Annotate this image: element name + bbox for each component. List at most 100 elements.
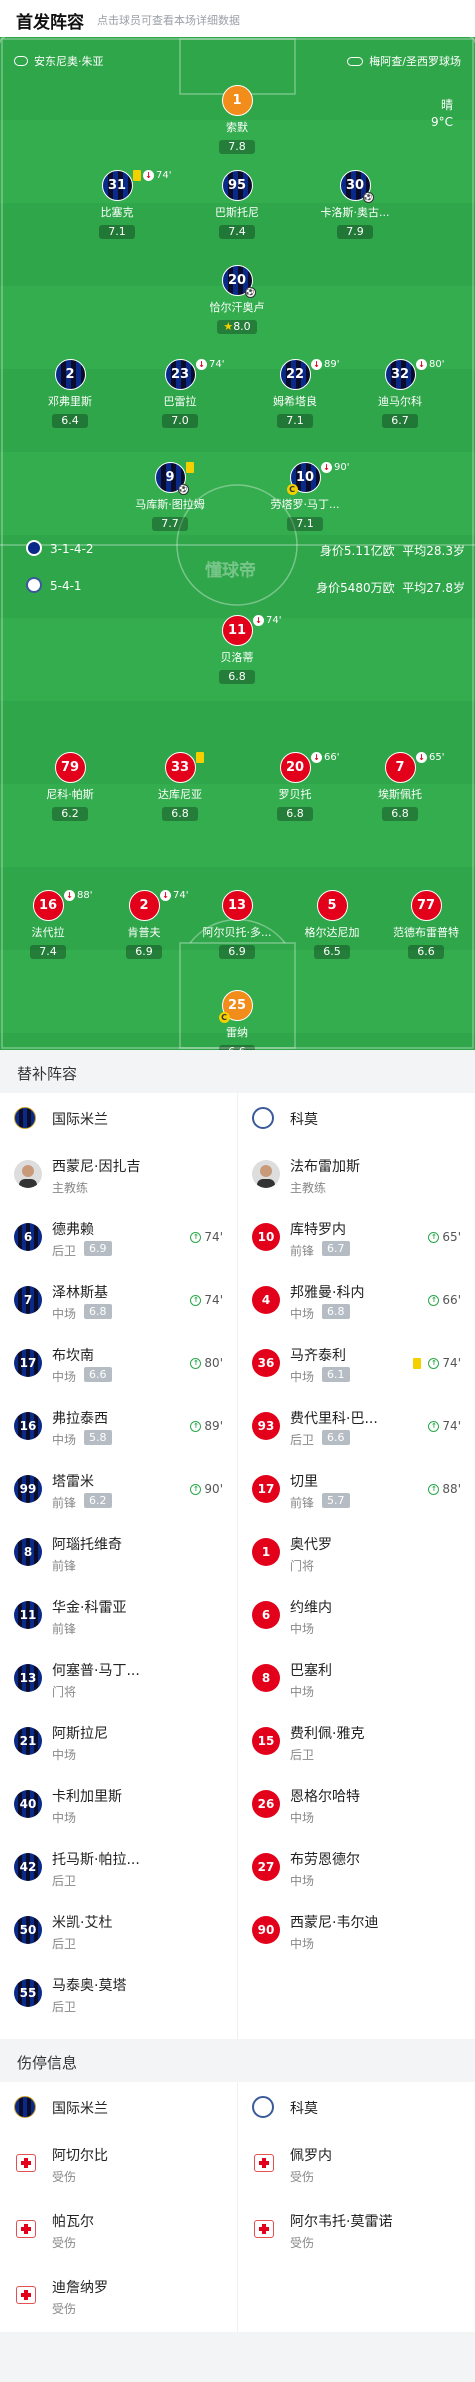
injured-player-row[interactable]: 阿尔韦托·莫雷诺 受伤 [238,2198,475,2261]
injuries-right-team[interactable]: 科莫 [238,2082,475,2132]
player-marker[interactable]: 11 ↓ 74' 贝洛蒂 6.8 [187,615,287,684]
sub-player-rating: 6.6 [322,1430,350,1445]
captain-icon: C [286,484,298,495]
sub-time: 74' [156,170,172,181]
sub-player-row[interactable]: 4 邦雅曼·科内 中场 6.8 ↑ 66' [238,1269,475,1332]
player-number: 11 [227,623,247,638]
player-marker[interactable]: 9 ⚽ 马库斯·图拉姆 7.7 [120,462,220,531]
subs-right-team[interactable]: 科莫 [238,1093,475,1143]
sub-player-row[interactable]: 26 恩格尔哈特 中场 [238,1773,475,1836]
player-marker[interactable]: 7 ↓ 65' 埃斯佩托 6.8 [350,752,450,821]
player-marker[interactable]: 33 达库尼亚 6.8 [130,752,230,821]
sub-player-badge: 93 [252,1412,280,1440]
ball-icon: ⚽ [177,484,189,495]
sub-player-row[interactable]: 15 费利佩·雅克 后卫 [238,1710,475,1773]
player-rating: 6.8 [162,807,198,821]
sub-player-badge: 10 [252,1223,280,1251]
player-marker[interactable]: 22 ↓ 89' 姆希塔良 7.1 [245,359,345,428]
player-marker[interactable]: 2 ↓ 74' 肯普夫 6.9 [94,890,194,959]
player-number: 31 [107,178,127,193]
sub-out-icon: ↓ [160,890,171,901]
sub-player-position: 前锋 [52,1496,77,1510]
player-marker[interactable]: 13 阿尔贝托·多... 6.9 [187,890,287,959]
player-events: ↓ 65' [416,752,444,763]
player-marker[interactable]: 79 尼科·帕斯 6.2 [20,752,120,821]
sub-in-icon: ↑ [190,1420,202,1432]
sub-player-position: 主教练 [290,1181,327,1195]
player-events: ↓ 89' [311,359,339,370]
sub-player-row[interactable]: 40 卡利加里斯 中场 [0,1773,237,1836]
sub-player-row[interactable]: 36 马齐泰利 中场 6.1 ↑ 74' [238,1332,475,1395]
sub-player-row[interactable]: 17 切里 前锋 5.7 ↑ 88' [238,1458,475,1521]
sub-player-name: 马泰奥·莫塔 [52,1978,127,1994]
sub-player-row[interactable]: 42 托马斯·帕拉... 后卫 [0,1836,237,1899]
player-marker[interactable]: 1 索默 7.8 [187,85,287,154]
sub-player-name: 奥代罗 [290,1537,332,1553]
sub-player-row[interactable]: 7 泽林斯基 中场 6.8 ↑ 74' [0,1269,237,1332]
sub-player-row[interactable]: 17 布坎南 中场 6.6 ↑ 80' [0,1332,237,1395]
player-rating: 7.4 [219,225,255,239]
sub-in-icon: ↑ [428,1294,440,1306]
medical-cross-icon [16,2220,36,2238]
sub-player-badge: 90 [252,1916,280,1944]
sub-player-row[interactable]: 55 马泰奥·莫塔 后卫 [0,1962,237,2025]
player-marker[interactable]: 20 ⚽ 恰尔汗奥卢 ★8.0 [187,265,287,334]
injured-player-row[interactable]: 迪詹纳罗 受伤 [0,2264,237,2327]
sub-player-row[interactable]: 11 华金·科雷亚 前锋 [0,1584,237,1647]
sub-player-row[interactable]: 西蒙尼·因扎吉 主教练 [0,1143,237,1206]
sub-in-icon: ↑ [190,1294,202,1306]
sub-player-row[interactable]: 99 塔雷米 前锋 6.2 ↑ 90' [0,1458,237,1521]
sub-in-minute: 80' [204,1356,223,1370]
sub-player-row[interactable]: 法布雷加斯 主教练 [238,1143,475,1206]
player-marker[interactable]: 5 格尔达尼加 6.5 [282,890,382,959]
player-marker[interactable]: 16 ↓ 88' 法代拉 7.4 [0,890,98,959]
medical-cross-icon [16,2286,36,2304]
injuries-left-team[interactable]: 国际米兰 [0,2082,237,2132]
player-name: 贝洛蒂 [220,651,254,664]
sub-player-row[interactable]: 16 弗拉泰西 中场 5.8 ↑ 89' [0,1395,237,1458]
player-marker[interactable]: 10 C ↓ 90' 劳塔罗·马丁... 7.1 [255,462,355,531]
player-badge: 23 [164,359,196,390]
referee-info: 安东尼奥·朱亚 [14,53,104,69]
sub-player-row[interactable]: 93 费代里科·巴... 后卫 6.6 ↑ 74' [238,1395,475,1458]
sub-player-row[interactable]: 1 奥代罗 门将 [238,1521,475,1584]
sub-in-icon: ↑ [428,1231,440,1243]
player-rating-value: 6.5 [323,945,341,958]
player-rating: 7.9 [337,225,373,239]
sub-player-row[interactable]: 27 布劳恩德尔 中场 [238,1836,475,1899]
sub-player-row[interactable]: 8 巴塞利 中场 [238,1647,475,1710]
sub-in-minute: 66' [442,1293,461,1307]
injured-player-row[interactable]: 佩罗内 受伤 [238,2132,475,2195]
value-top: 身价5.11亿欧 平均28.3岁 [319,544,465,558]
sub-player-row[interactable]: 10 库特罗内 前锋 6.7 ↑ 65' [238,1206,475,1269]
player-marker[interactable]: 31 ↓ 74' 比塞克 7.1 [67,170,171,239]
player-marker[interactable]: 25C雷纳6.6 [187,990,287,1050]
player-marker[interactable]: 23 ↓ 74' 巴雷拉 7.0 [130,359,230,428]
sub-in-time: ↑ 66' [428,1293,461,1307]
player-marker[interactable]: 95 巴斯托尼 7.4 [187,170,287,239]
sub-player-badge: 15 [252,1727,280,1755]
player-marker[interactable]: 32 ↓ 80' 迪马尔科 6.7 [350,359,450,428]
sub-player-badge: 27 [252,1853,280,1881]
player-marker[interactable]: 77 范德布雷普特 6.6 [376,890,475,959]
sub-in-time: ↑ 74' [428,1419,461,1433]
sub-in-minute: 90' [204,1482,223,1496]
medical-cross-icon [254,2154,274,2172]
sub-out-icon: ↓ [311,359,322,370]
sub-player-row[interactable]: 6 德弗赖 后卫 6.9 ↑ 74' [0,1206,237,1269]
sub-player-row[interactable]: 6 约维内 中场 [238,1584,475,1647]
sub-player-row[interactable]: 13 何塞普·马丁... 门将 [0,1647,237,1710]
injured-player-row[interactable]: 阿切尔比 受伤 [0,2132,237,2195]
player-badge: 2 [54,359,86,390]
player-marker[interactable]: 30 ⚽ 卡洛斯·奥古... 7.9 [305,170,405,239]
sub-player-position: 后卫 [52,1874,77,1888]
injured-player-row[interactable]: 帕瓦尔 受伤 [0,2198,237,2261]
subs-left-team[interactable]: 国际米兰 [0,1093,237,1143]
player-marker[interactable]: 20 ↓ 66' 罗贝托 6.8 [245,752,345,821]
sub-player-row[interactable]: 50 米凯·艾杜 后卫 [0,1899,237,1962]
sub-player-row[interactable]: 90 西蒙尼·韦尔迪 中场 [238,1899,475,1962]
sub-player-row[interactable]: 21 阿斯拉尼 中场 [0,1710,237,1773]
sub-player-row[interactable]: 8 阿瑙托维奇 前锋 [0,1521,237,1584]
como-logo-icon [252,1107,274,1129]
player-marker[interactable]: 2 邓弗里斯 6.4 [20,359,120,428]
